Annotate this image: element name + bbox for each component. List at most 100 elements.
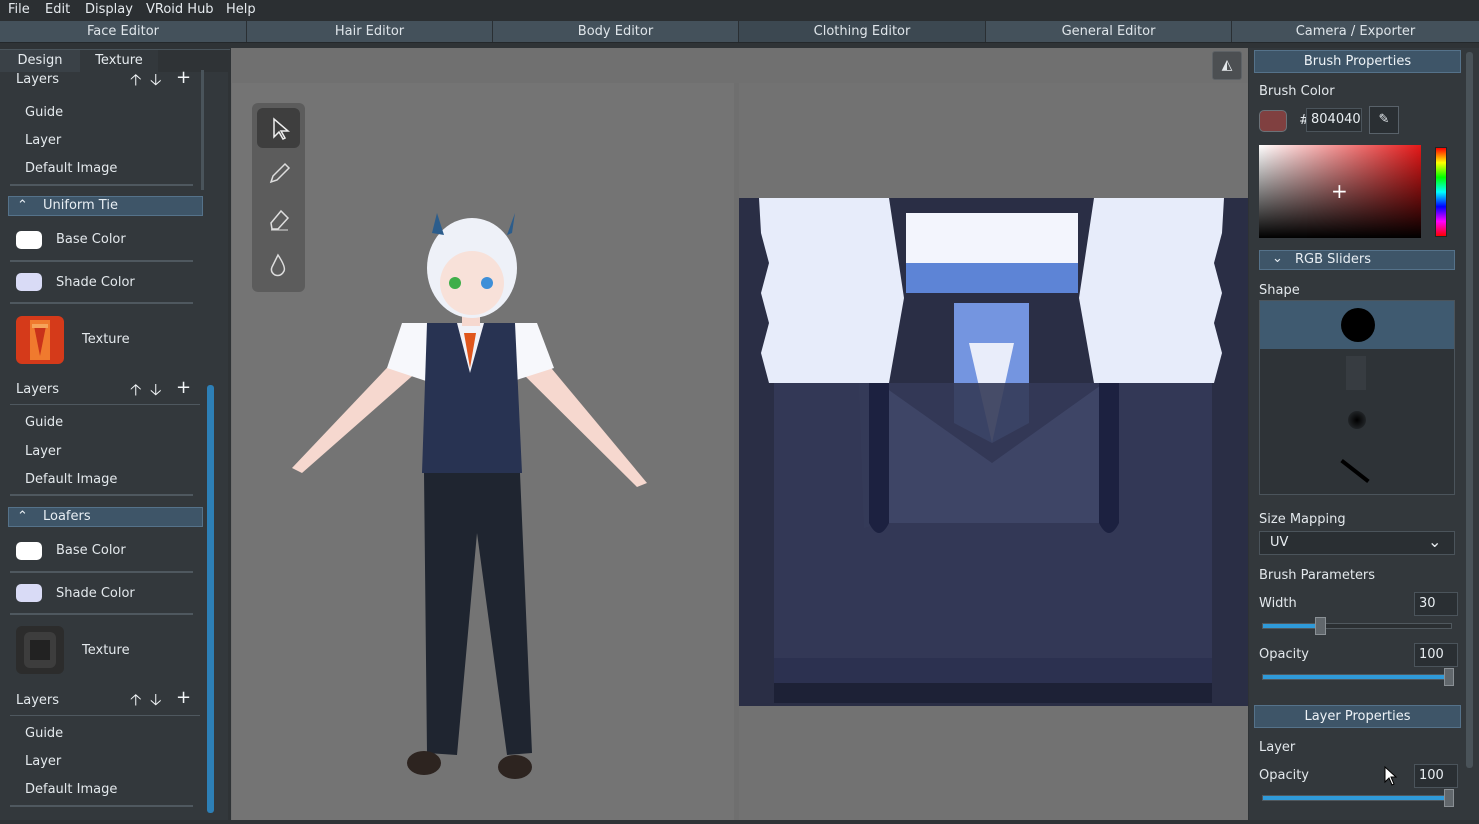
move-down-icon[interactable]: 🡣 — [150, 72, 162, 88]
layer-opacity-slider-handle[interactable] — [1444, 789, 1454, 807]
layer-item-layer[interactable]: Layer — [25, 133, 61, 148]
base-color-label: Base Color — [56, 232, 126, 247]
tie-texture-thumbnail[interactable] — [16, 316, 64, 364]
base-color-swatch[interactable] — [16, 542, 42, 560]
layer-item-guide[interactable]: Guide — [25, 726, 63, 741]
rgb-sliders-toggle[interactable]: ⌄ RGB Sliders — [1259, 250, 1455, 270]
tab-clothing-editor[interactable]: Clothing Editor — [739, 21, 986, 42]
opacity-slider-handle[interactable] — [1444, 668, 1454, 686]
model-preview[interactable] — [232, 83, 734, 820]
texture-label: Texture — [82, 643, 130, 658]
layer-item-layer[interactable]: Layer — [25, 754, 61, 769]
layer-opacity-slider-fill — [1263, 796, 1449, 800]
picker-crosshair-icon: + — [1331, 179, 1348, 203]
move-up-icon[interactable]: 🡡 — [130, 72, 142, 88]
opacity-input[interactable]: 100 — [1414, 643, 1458, 667]
brush-color-swatch[interactable] — [1259, 110, 1287, 132]
layer-item-default-image[interactable]: Default Image — [25, 472, 117, 487]
layer-item-guide[interactable]: Guide — [25, 415, 63, 430]
tab-general-editor[interactable]: General Editor — [986, 21, 1232, 42]
droplet-icon — [270, 253, 286, 277]
menu-file[interactable]: File — [8, 2, 30, 17]
width-input[interactable]: 30 — [1414, 592, 1458, 616]
layer-item-default-image[interactable]: Default Image — [25, 161, 117, 176]
tab-body-editor[interactable]: Body Editor — [493, 21, 739, 42]
texture-label: Texture — [82, 332, 130, 347]
tab-texture[interactable]: Texture — [80, 50, 158, 72]
eyedropper-icon[interactable]: ✎ — [1369, 106, 1399, 134]
hue-slider[interactable] — [1435, 147, 1447, 237]
section-title: Uniform Tie — [43, 198, 118, 213]
left-scrollbar[interactable] — [207, 385, 214, 813]
move-down-icon[interactable]: 🡣 — [150, 382, 162, 398]
layer-opacity-input[interactable]: 100 — [1414, 764, 1458, 788]
layers-title: Layers — [16, 382, 60, 397]
tab-design[interactable]: Design — [0, 50, 80, 72]
menu-display[interactable]: Display — [85, 2, 133, 17]
uv-texture-canvas[interactable] — [739, 83, 1248, 820]
pencil-icon — [269, 162, 291, 184]
soft-brush-icon[interactable] — [1348, 411, 1366, 429]
layer-properties-header[interactable]: Layer Properties — [1254, 705, 1461, 728]
move-up-icon[interactable]: 🡡 — [130, 692, 142, 708]
move-down-icon[interactable]: 🡣 — [150, 692, 162, 708]
shape-label: Shape — [1259, 283, 1300, 298]
mirror-toggle-icon[interactable]: ◭ — [1212, 51, 1242, 80]
width-slider-handle[interactable] — [1315, 617, 1326, 635]
saturation-value-picker[interactable]: + — [1259, 145, 1421, 238]
tab-face-editor[interactable]: Face Editor — [0, 21, 247, 42]
left-panel-edge — [201, 70, 204, 190]
fill-tool[interactable] — [257, 245, 300, 285]
base-color-swatch[interactable] — [16, 231, 42, 249]
add-layer-icon[interactable]: + — [176, 379, 191, 397]
divider — [10, 805, 193, 807]
add-layer-icon[interactable]: + — [176, 689, 191, 707]
collapse-icon: ⌃ — [17, 198, 28, 213]
tab-camera-exporter[interactable]: Camera / Exporter — [1232, 21, 1479, 42]
menu-help[interactable]: Help — [226, 2, 256, 17]
shade-color-swatch[interactable] — [16, 273, 42, 291]
pen-tool[interactable] — [257, 154, 300, 194]
size-mapping-value: UV — [1270, 535, 1289, 550]
layers-title: Layers — [16, 72, 60, 87]
brush-properties-header[interactable]: Brush Properties — [1254, 50, 1461, 73]
divider — [10, 494, 193, 496]
layer-item-default-image[interactable]: Default Image — [25, 782, 117, 797]
eraser-tool[interactable] — [257, 199, 300, 239]
tab-underline — [0, 49, 230, 50]
eraser-icon — [270, 209, 290, 231]
size-mapping-select[interactable]: UV ⌄ — [1259, 531, 1455, 555]
shape-round[interactable] — [1260, 301, 1454, 349]
base-color-label: Base Color — [56, 543, 126, 558]
chevron-down-icon: ⌄ — [1272, 251, 1283, 266]
loafers-texture-thumbnail[interactable] — [16, 626, 64, 674]
section-uniform-tie[interactable]: ⌃ Uniform Tie — [8, 196, 203, 216]
section-loafers[interactable]: ⌃ Loafers — [8, 507, 203, 527]
collapse-icon: ⌃ — [17, 509, 28, 524]
move-up-icon[interactable]: 🡡 — [130, 382, 142, 398]
shade-color-swatch[interactable] — [16, 584, 42, 602]
brush-parameters-label: Brush Parameters — [1259, 568, 1376, 583]
divider — [10, 613, 193, 615]
size-mapping-label: Size Mapping — [1259, 512, 1346, 527]
right-scrollbar[interactable] — [1466, 52, 1473, 768]
textured-brush-icon[interactable] — [1346, 356, 1366, 390]
cursor-icon — [273, 117, 291, 140]
opacity-slider-fill — [1263, 675, 1449, 679]
menu-bar: File Edit Display VRoid Hub Help — [0, 0, 1479, 21]
line-brush-icon[interactable] — [1340, 458, 1370, 484]
select-tool[interactable] — [257, 108, 300, 148]
viewport-toolbar — [231, 48, 1248, 83]
menu-vroid-hub[interactable]: VRoid Hub — [146, 2, 214, 17]
add-layer-icon[interactable]: + — [176, 69, 191, 87]
divider — [10, 715, 200, 716]
tool-rail — [252, 103, 305, 292]
menu-edit[interactable]: Edit — [45, 2, 70, 17]
layer-item-layer[interactable]: Layer — [25, 444, 61, 459]
hex-color-input[interactable]: 804040 — [1306, 108, 1362, 132]
divider — [10, 404, 200, 405]
layer-label: Layer — [1259, 740, 1296, 755]
layer-opacity-label: Opacity — [1259, 768, 1310, 783]
layer-item-guide[interactable]: Guide — [25, 105, 63, 120]
tab-hair-editor[interactable]: Hair Editor — [247, 21, 493, 42]
